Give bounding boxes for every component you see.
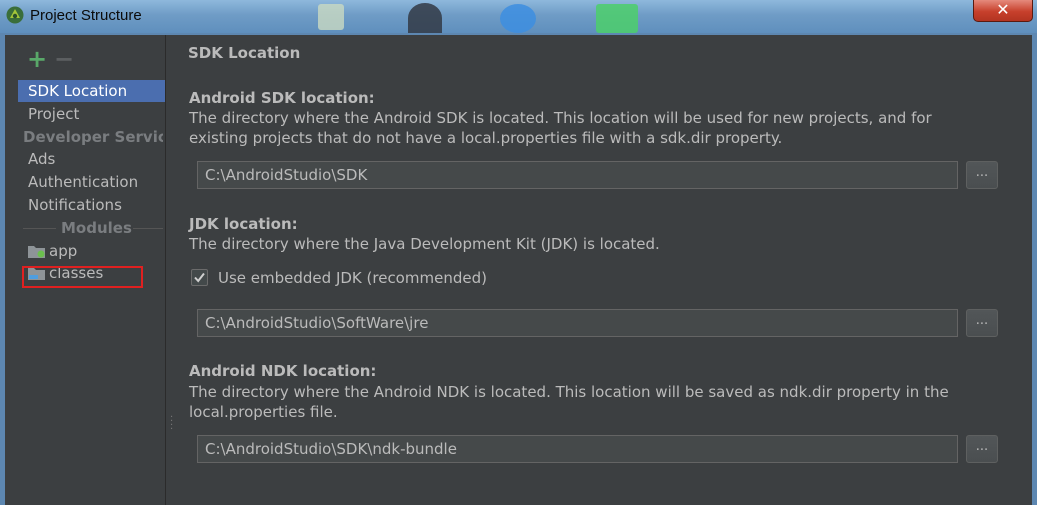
page-title: SDK Location	[188, 44, 301, 62]
sidebar-item-ads[interactable]: Ads	[18, 148, 165, 170]
sidebar-item-notifications[interactable]: Notifications	[18, 194, 165, 216]
sidebar-item-sdk-location[interactable]: SDK Location	[18, 80, 165, 102]
modules-header-label: Modules	[61, 219, 132, 237]
sdk-location-panel: SDK Location Android SDK location: The d…	[166, 35, 1032, 505]
checkmark-icon	[194, 272, 205, 283]
embedded-jdk-label: Use embedded JDK (recommended)	[218, 269, 487, 287]
close-button[interactable]: ✕	[973, 0, 1033, 22]
android-ndk-browse-button[interactable]: ...	[966, 435, 998, 463]
android-sdk-browse-button[interactable]: ...	[966, 161, 998, 189]
android-sdk-path-field[interactable]: C:\AndroidStudio\SDK	[197, 161, 958, 189]
embedded-jdk-checkbox[interactable]	[191, 269, 208, 286]
sidebar-group-developer-services: Developer Servic...	[23, 128, 163, 146]
jdk-description: The directory where the Java Development…	[189, 235, 660, 253]
annotation-highlight-box	[22, 266, 143, 288]
add-icon[interactable]: +	[27, 47, 47, 71]
jdk-path-field[interactable]: C:\AndroidStudio\SoftWare\jre	[197, 309, 958, 337]
android-ndk-description: The directory where the Android NDK is l…	[189, 383, 949, 421]
background-thumbnail	[596, 4, 638, 33]
module-label: app	[49, 242, 78, 260]
android-sdk-description: The directory where the Android SDK is l…	[189, 109, 932, 147]
sidebar-item-authentication[interactable]: Authentication	[18, 171, 165, 193]
android-ndk-label: Android NDK location:	[189, 362, 377, 380]
title-bar: Project Structure ✕	[0, 0, 1037, 33]
jdk-browse-button[interactable]: ...	[966, 309, 998, 337]
sidebar-item-project[interactable]: Project	[18, 103, 165, 125]
jdk-label: JDK location:	[189, 215, 298, 233]
remove-icon[interactable]: −	[54, 47, 74, 71]
modules-header: Modules	[23, 217, 163, 239]
module-folder-icon	[28, 246, 45, 258]
window-title: Project Structure	[30, 7, 142, 24]
android-studio-icon	[6, 6, 24, 24]
background-thumbnail	[500, 4, 536, 33]
background-thumbnail	[318, 4, 344, 30]
android-ndk-path-field[interactable]: C:\AndroidStudio\SDK\ndk-bundle	[197, 435, 958, 463]
android-sdk-label: Android SDK location:	[189, 89, 375, 107]
background-thumbnail	[408, 3, 442, 33]
